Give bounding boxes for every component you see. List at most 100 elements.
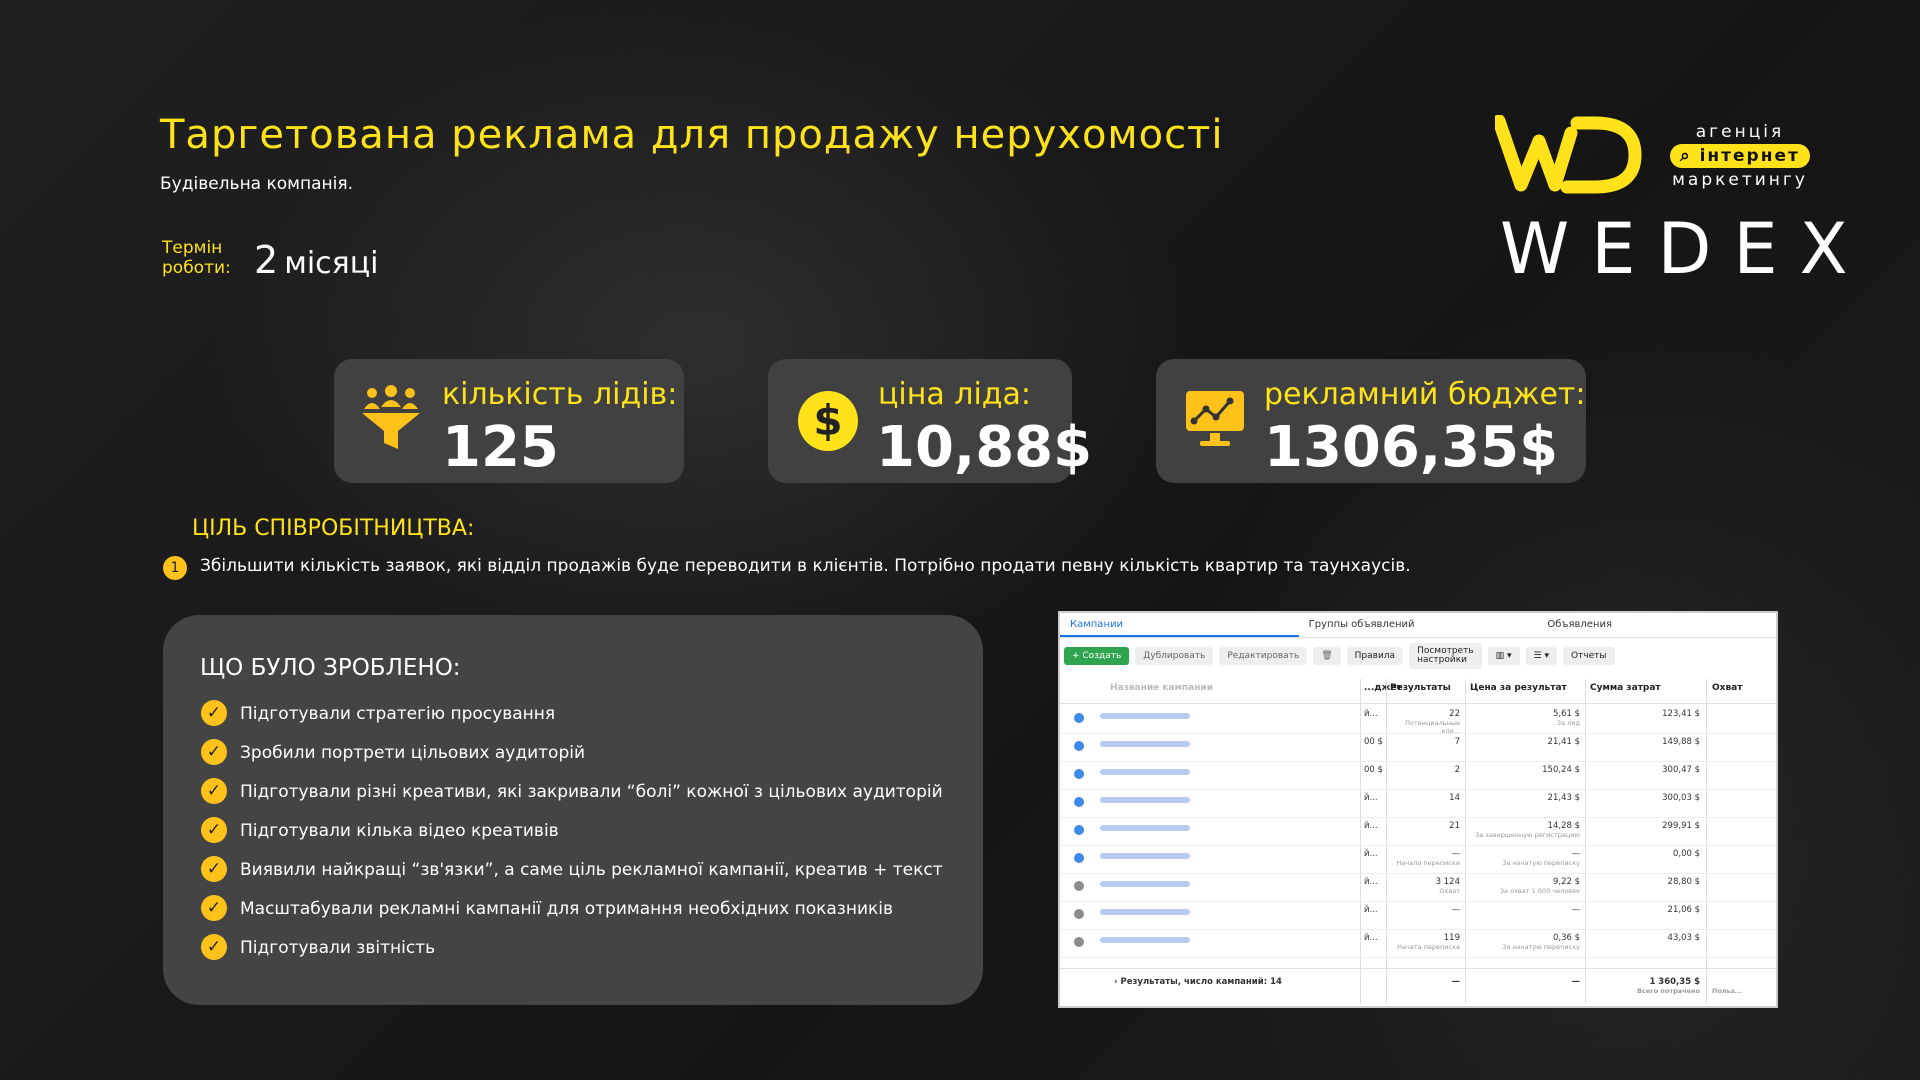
results-value: — — [1451, 849, 1461, 859]
results-cell: 22 Потенциальные кли... — [1390, 709, 1460, 735]
status-dot-icon — [1074, 853, 1084, 863]
footer-reach: Польз... — [1712, 987, 1742, 995]
footer-label: › Результаты, число кампаний: 14 — [1114, 977, 1282, 987]
cost-value: 21,43 $ — [1547, 793, 1580, 803]
duplicate-button[interactable]: Дублировать — [1135, 647, 1214, 665]
cost-value: 14,28 $ — [1547, 821, 1580, 831]
cost-cell: 5,61 $ За лид — [1470, 709, 1580, 727]
term-unit: місяці — [284, 246, 379, 281]
cost-value: 150,24 $ — [1542, 765, 1580, 775]
done-item: Зробили портрети цільових аудиторій — [240, 743, 586, 763]
table-header: Название кампании ...джет Результаты Цен… — [1060, 679, 1776, 704]
table-row[interactable]: 00 $ 2 150,24 $ 300,47 $ — [1060, 761, 1776, 790]
results-value: 3 124 — [1435, 877, 1460, 887]
done-item: Виявили найкращі “зв'язки”, а саме ціль … — [240, 860, 943, 880]
check-icon: ✓ — [201, 700, 227, 726]
budget-cell: й... — [1364, 849, 1378, 859]
budget-cell: й... — [1364, 877, 1378, 887]
status-dot-icon — [1074, 713, 1084, 723]
results-sub: Начало переписки — [1396, 859, 1460, 867]
budget-cell: 00 $ — [1364, 737, 1383, 747]
spend-cell: 21,06 $ — [1667, 905, 1700, 915]
view-settings-line-2: настройки — [1417, 655, 1468, 665]
cost-sub: За завершенную регистрацию — [1475, 831, 1580, 839]
tagline-line-1: агенція — [1695, 122, 1785, 142]
check-icon: ✓ — [201, 739, 227, 765]
cost-sub: За лид — [1556, 719, 1580, 727]
table-row[interactable]: й... 119 Начата переписка 0,36 $ За начату… — [1060, 929, 1776, 958]
cost-sub: За охват 1 000 человек — [1499, 887, 1580, 895]
results-cell: 7 — [1390, 737, 1460, 747]
table-row[interactable]: й... 21 14,28 $ За завершенную регистраци… — [1060, 817, 1776, 846]
tagline-pill: ⌕ інтернет — [1670, 144, 1810, 168]
spend-cell: 123,41 $ — [1662, 709, 1700, 719]
results-value: 119 — [1443, 933, 1460, 943]
edit-button[interactable]: Редактировать — [1219, 647, 1308, 665]
status-dot-icon — [1074, 937, 1084, 947]
table-row[interactable]: 00 $ 7 21,41 $ 149,88 $ — [1060, 733, 1776, 762]
funnel-people-icon — [360, 385, 422, 455]
spend-cell: 300,03 $ — [1662, 793, 1700, 803]
page-subtitle: Будівельна компанія. — [160, 174, 353, 194]
footer-cost: — — [1571, 977, 1581, 987]
campaign-name-redacted — [1100, 713, 1190, 719]
table-row[interactable]: й... 3 124 Охват 9,22 $ За охват 1 000 чел… — [1060, 873, 1776, 902]
table-row[interactable]: й... 22 Потенциальные кли... 5,61 $ За лид… — [1060, 705, 1776, 735]
term-label-line-1: Термін — [162, 238, 223, 258]
delete-icon[interactable]: 🗑 — [1313, 647, 1341, 665]
wd-monogram-icon — [1492, 114, 1642, 194]
table-row[interactable]: й... — Начало переписки — За начатую переп… — [1060, 845, 1776, 874]
results-value: 21 — [1449, 821, 1460, 831]
logo-tagline: агенція ⌕ інтернет маркетингу — [1660, 120, 1820, 192]
check-icon: ✓ — [201, 934, 227, 960]
done-item: Підготували різні креативи, які закривал… — [240, 782, 943, 802]
kpi-price-value: 10,88$ — [876, 415, 1093, 480]
goal-number-badge: 1 — [163, 556, 187, 580]
done-item: Підготували стратегію просування — [240, 704, 556, 724]
goal-text: Збільшити кількість заявок, які відділ п… — [200, 556, 1411, 576]
tab-ad-sets[interactable]: Группы объявлений — [1299, 613, 1538, 637]
status-dot-icon — [1074, 825, 1084, 835]
campaign-name-redacted — [1100, 797, 1190, 803]
done-title: ЩО БУЛО ЗРОБЛЕНО: — [200, 655, 461, 681]
budget-cell: й... — [1364, 905, 1378, 915]
cost-value: 21,41 $ — [1547, 737, 1580, 747]
table-row[interactable]: й... 14 21,43 $ 300,03 $ — [1060, 789, 1776, 818]
table-row[interactable]: й... — — 21,06 $ — [1060, 901, 1776, 930]
brand-name: WEDEX — [1500, 208, 1870, 290]
tagline-line-2: інтернет — [1699, 146, 1800, 166]
results-value: 14 — [1449, 793, 1460, 803]
results-sub: Начата переписка — [1397, 943, 1460, 951]
create-button[interactable]: + Создать — [1064, 647, 1130, 665]
column-header: Название кампании — [1110, 683, 1214, 693]
columns-icon[interactable]: ▥ ▾ — [1487, 647, 1520, 665]
ads-manager-screenshot: Кампании Группы объявлений Объявления + … — [1058, 611, 1778, 1008]
column-header: Сумма затрат — [1590, 683, 1661, 693]
column-header: Результаты — [1390, 683, 1451, 693]
kpi-price-label: ціна ліда: — [878, 377, 1032, 412]
budget-cell: й... — [1364, 793, 1378, 803]
cost-value: — — [1571, 849, 1581, 859]
view-settings-button[interactable]: Посмотреть настройки — [1409, 643, 1482, 669]
tab-campaigns[interactable]: Кампании — [1060, 613, 1299, 637]
cost-cell: — — [1470, 905, 1581, 915]
budget-cell: й... — [1364, 709, 1378, 719]
cost-sub: За начатую переписку — [1502, 943, 1580, 951]
budget-cell: й... — [1364, 821, 1378, 831]
cost-sub: За начатую переписку — [1502, 859, 1580, 867]
footer-spend: 1 360,35 $ Всего потрачено — [1590, 977, 1700, 995]
page-title: Таргетована реклама для продажу нерухомо… — [160, 112, 1224, 158]
rules-button[interactable]: Правила — [1346, 647, 1404, 665]
campaign-name-redacted — [1100, 825, 1190, 831]
breakdown-icon[interactable]: ☰ ▾ — [1525, 647, 1557, 665]
dollar-coin-icon: $ — [798, 391, 858, 451]
check-icon: ✓ — [201, 856, 227, 882]
spend-cell: 149,88 $ — [1662, 737, 1700, 747]
results-cell: 3 124 Охват — [1390, 877, 1460, 895]
cost-cell: 14,28 $ За завершенную регистрацию — [1470, 821, 1580, 839]
tagline-line-3: маркетингу — [1672, 170, 1808, 190]
tab-ads[interactable]: Объявления — [1537, 613, 1776, 637]
spend-cell: 28,80 $ — [1667, 877, 1700, 887]
reports-button[interactable]: Отчеты — [1562, 647, 1615, 665]
results-value: 2 — [1454, 765, 1460, 775]
